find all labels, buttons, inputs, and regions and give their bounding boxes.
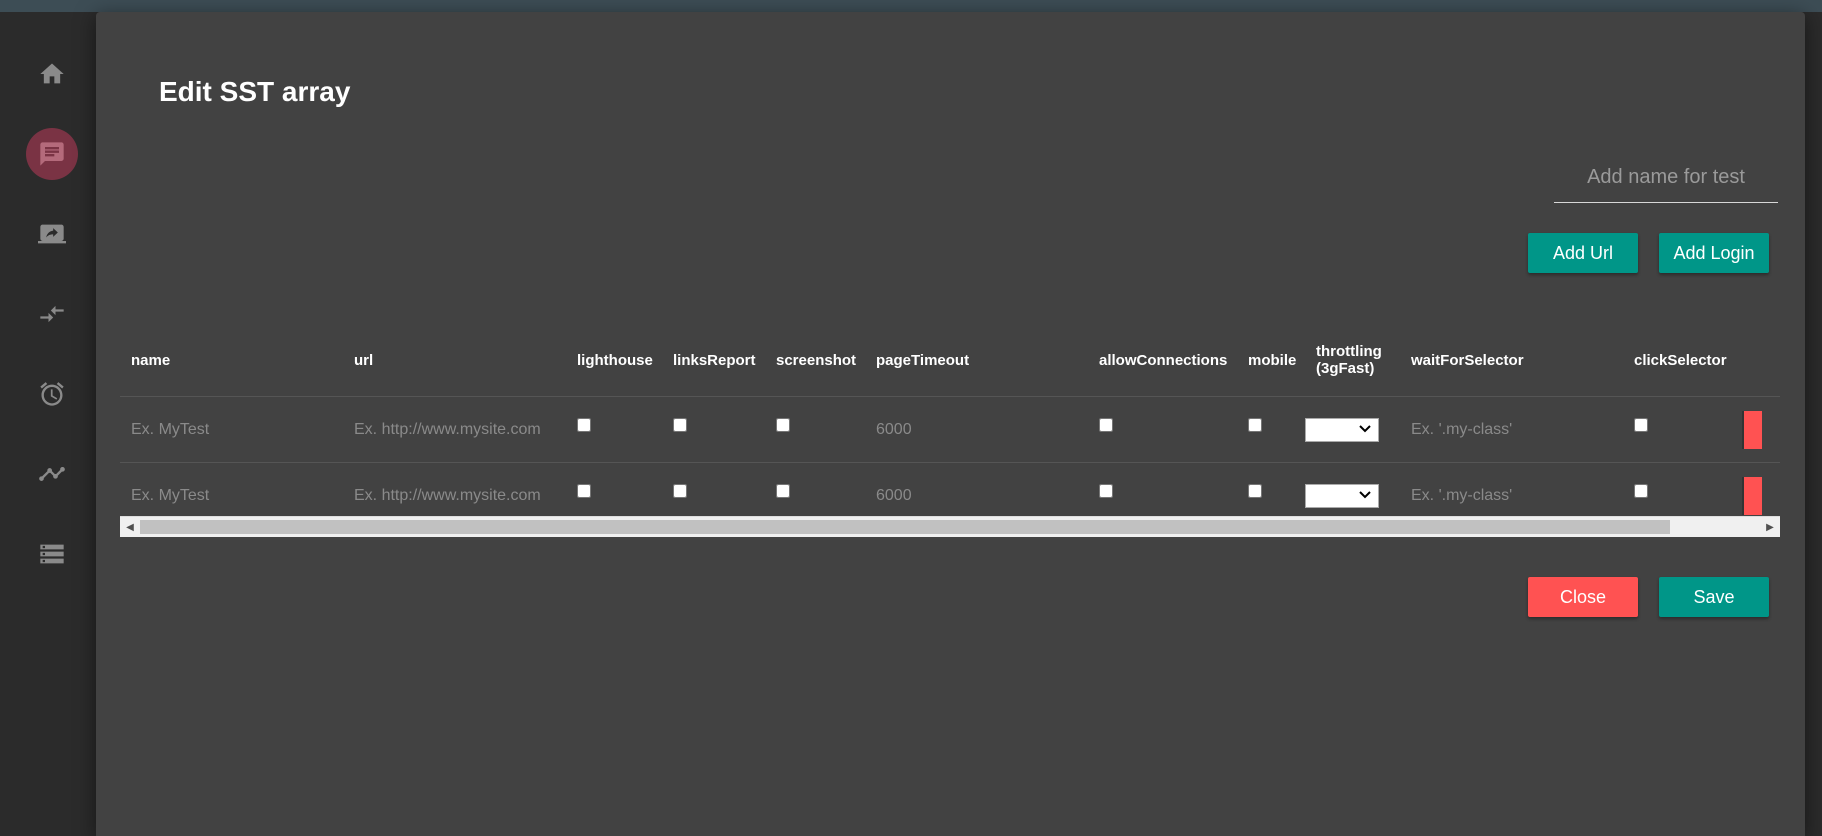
add-url-button[interactable]: Add Url (1528, 233, 1638, 273)
mobile-checkbox[interactable] (1248, 418, 1262, 432)
screenshot-checkbox[interactable] (776, 418, 790, 432)
col-header-url: url (343, 324, 566, 397)
throttling-header-line2: (3gFast) (1316, 360, 1375, 377)
page-timeout-field[interactable] (876, 486, 1078, 505)
col-header-page-timeout: pageTimeout (865, 324, 1088, 397)
chat-icon[interactable] (26, 128, 78, 180)
links-report-checkbox[interactable] (673, 484, 687, 498)
sidebar (0, 12, 96, 836)
sst-table-container: name url lighthouse linksReport screensh… (120, 324, 1780, 524)
col-header-wait-for-selector: waitForSelector (1400, 324, 1623, 397)
click-selector-checkbox[interactable] (1634, 484, 1648, 498)
lighthouse-checkbox[interactable] (577, 418, 591, 432)
home-icon[interactable] (26, 48, 78, 100)
horizontal-scrollbar[interactable]: ◀ ▶ (120, 516, 1780, 537)
chevron-down-icon (1359, 490, 1371, 498)
delete-row-button[interactable] (1742, 410, 1762, 449)
col-header-actions (1738, 324, 1780, 397)
col-header-links-report: linksReport (662, 324, 765, 397)
links-report-checkbox[interactable] (673, 418, 687, 432)
dialog-title: Edit SST array (159, 76, 351, 107)
edit-sst-dialog: Edit SST array Add Url Add Login name ur… (96, 12, 1805, 836)
test-name-input[interactable] (1554, 152, 1778, 203)
click-selector-checkbox[interactable] (1634, 418, 1648, 432)
col-header-lighthouse: lighthouse (566, 324, 662, 397)
scroll-right-icon[interactable]: ▶ (1760, 517, 1780, 537)
throttling-header-line1: throttling (1316, 343, 1382, 360)
save-button[interactable]: Save (1659, 577, 1769, 617)
url-field[interactable] (354, 486, 556, 505)
col-header-click-selector: clickSelector (1623, 324, 1738, 397)
url-field[interactable] (354, 420, 556, 439)
trending-icon[interactable] (26, 448, 78, 500)
table-row (120, 396, 1780, 463)
chevron-down-icon (1359, 424, 1371, 432)
compare-arrows-icon[interactable] (26, 288, 78, 340)
name-field[interactable] (131, 486, 333, 505)
name-field[interactable] (131, 420, 333, 439)
page-timeout-field[interactable] (876, 420, 1078, 439)
lighthouse-checkbox[interactable] (577, 484, 591, 498)
storage-icon[interactable] (26, 528, 78, 580)
add-login-button[interactable]: Add Login (1659, 233, 1769, 273)
throttling-select[interactable] (1305, 483, 1379, 508)
col-header-allow-connections: allowConnections (1088, 324, 1237, 397)
col-header-screenshot: screenshot (765, 324, 865, 397)
table-header-row: name url lighthouse linksReport screensh… (120, 324, 1780, 397)
allow-connections-checkbox[interactable] (1099, 484, 1113, 498)
close-button[interactable]: Close (1528, 577, 1638, 617)
wait-for-selector-field[interactable] (1411, 420, 1613, 439)
mobile-checkbox[interactable] (1248, 484, 1262, 498)
wait-for-selector-field[interactable] (1411, 486, 1613, 505)
app-top-bar (0, 0, 1822, 12)
alarm-icon[interactable] (26, 368, 78, 420)
col-header-mobile: mobile (1237, 324, 1305, 397)
table-row (120, 462, 1780, 524)
sst-table: name url lighthouse linksReport screensh… (120, 324, 1780, 524)
delete-row-button[interactable] (1742, 476, 1762, 515)
throttling-select[interactable] (1305, 417, 1379, 442)
allow-connections-checkbox[interactable] (1099, 418, 1113, 432)
scrollbar-thumb[interactable] (140, 520, 1670, 534)
screenshot-checkbox[interactable] (776, 484, 790, 498)
col-header-throttling: throttling (3gFast) (1305, 324, 1400, 397)
scroll-left-icon[interactable]: ◀ (120, 517, 140, 537)
laptop-share-icon[interactable] (26, 208, 78, 260)
col-header-name: name (120, 324, 343, 397)
background-strip (1805, 12, 1822, 836)
